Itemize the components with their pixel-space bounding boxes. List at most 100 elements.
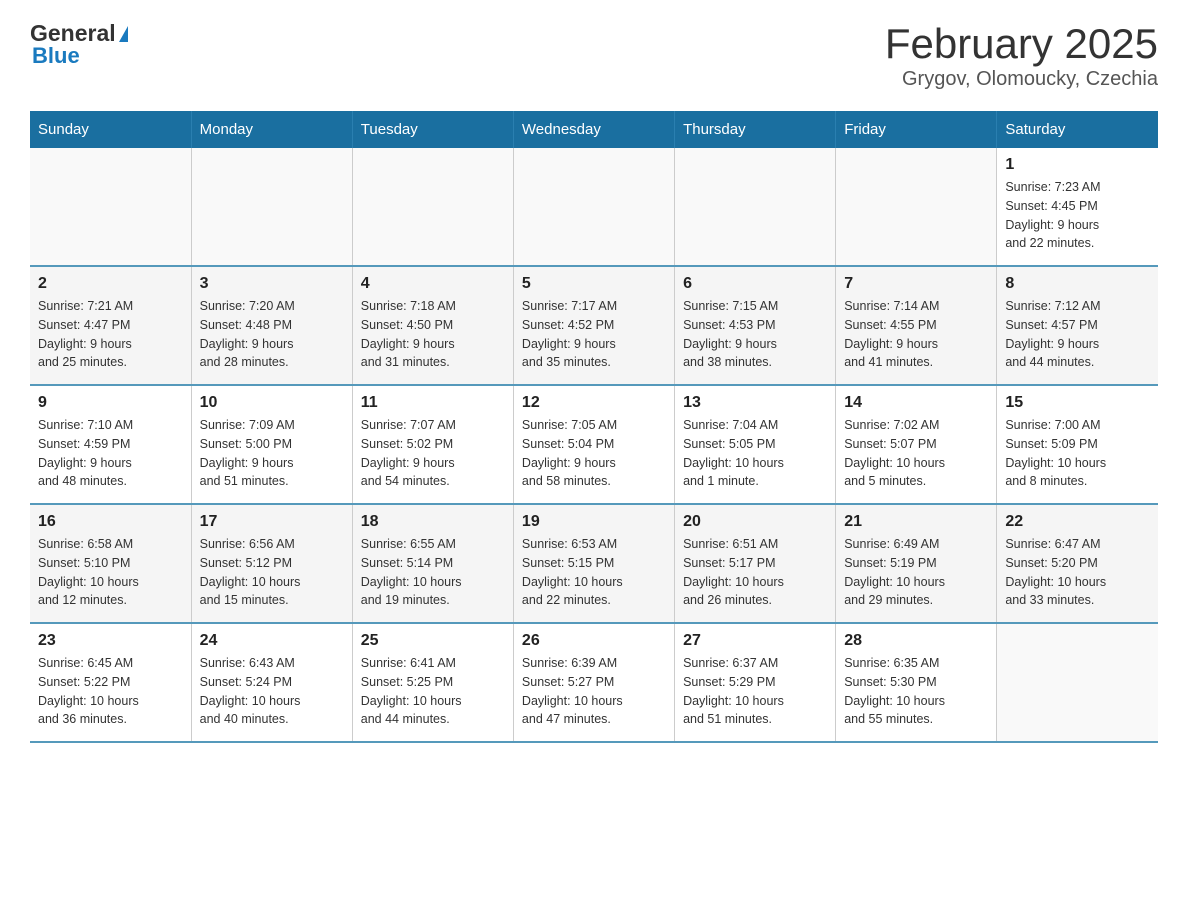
calendar-day-header: Monday: [191, 111, 352, 148]
day-number: 6: [683, 275, 827, 293]
calendar-cell: 28 Sunrise: 6:35 AM Sunset: 5:30 PM Dayli…: [836, 623, 997, 742]
calendar-cell: [836, 148, 997, 266]
calendar-cell: 11 Sunrise: 7:07 AM Sunset: 5:02 PM Dayli…: [352, 385, 513, 504]
day-info: Sunrise: 7:10 AM Sunset: 4:59 PM Dayligh…: [38, 416, 183, 491]
location-subtitle: Grygov, Olomoucky, Czechia: [885, 68, 1158, 91]
calendar-header-row: SundayMondayTuesdayWednesdayThursdayFrid…: [30, 111, 1158, 148]
day-number: 16: [38, 513, 183, 531]
day-number: 8: [1005, 275, 1150, 293]
day-info: Sunrise: 7:00 AM Sunset: 5:09 PM Dayligh…: [1005, 416, 1150, 491]
day-info: Sunrise: 7:21 AM Sunset: 4:47 PM Dayligh…: [38, 297, 183, 372]
day-number: 14: [844, 394, 988, 412]
calendar-week-row: 2 Sunrise: 7:21 AM Sunset: 4:47 PM Daylig…: [30, 266, 1158, 385]
calendar-cell: 26 Sunrise: 6:39 AM Sunset: 5:27 PM Dayli…: [513, 623, 674, 742]
day-number: 9: [38, 394, 183, 412]
day-info: Sunrise: 6:51 AM Sunset: 5:17 PM Dayligh…: [683, 535, 827, 610]
day-info: Sunrise: 7:02 AM Sunset: 5:07 PM Dayligh…: [844, 416, 988, 491]
calendar-cell: 17Sunrise: 6:56 AM Sunset: 5:12 PM Dayli…: [191, 504, 352, 623]
day-number: 12: [522, 394, 666, 412]
day-info: Sunrise: 6:41 AM Sunset: 5:25 PM Dayligh…: [361, 654, 505, 729]
calendar-cell: 3 Sunrise: 7:20 AM Sunset: 4:48 PM Daylig…: [191, 266, 352, 385]
day-number: 2: [38, 275, 183, 293]
calendar-cell: 15 Sunrise: 7:00 AM Sunset: 5:09 PM Dayli…: [997, 385, 1158, 504]
calendar-cell: [30, 148, 191, 266]
calendar-cell: 4 Sunrise: 7:18 AM Sunset: 4:50 PM Daylig…: [352, 266, 513, 385]
day-number: 18: [361, 513, 505, 531]
day-number: 21: [844, 513, 988, 531]
day-number: 7: [844, 275, 988, 293]
logo-triangle-icon: [119, 26, 128, 42]
day-info: Sunrise: 6:56 AM Sunset: 5:12 PM Dayligh…: [200, 535, 344, 610]
day-number: 10: [200, 394, 344, 412]
day-info: Sunrise: 6:37 AM Sunset: 5:29 PM Dayligh…: [683, 654, 827, 729]
title-block: February 2025 Grygov, Olomoucky, Czechia: [885, 20, 1158, 91]
calendar-body: 1 Sunrise: 7:23 AM Sunset: 4:45 PM Daylig…: [30, 148, 1158, 742]
day-number: 13: [683, 394, 827, 412]
calendar-cell: 23Sunrise: 6:45 AM Sunset: 5:22 PM Dayli…: [30, 623, 191, 742]
calendar-week-row: 16 Sunrise: 6:58 AM Sunset: 5:10 PM Dayli…: [30, 504, 1158, 623]
calendar-day-header: Friday: [836, 111, 997, 148]
logo-blue: Blue: [30, 43, 80, 69]
calendar-day-header: Saturday: [997, 111, 1158, 148]
day-number: 27: [683, 632, 827, 650]
calendar-week-row: 23Sunrise: 6:45 AM Sunset: 5:22 PM Dayli…: [30, 623, 1158, 742]
day-info: Sunrise: 7:20 AM Sunset: 4:48 PM Dayligh…: [200, 297, 344, 372]
day-number: 25: [361, 632, 505, 650]
day-info: Sunrise: 7:17 AM Sunset: 4:52 PM Dayligh…: [522, 297, 666, 372]
calendar-cell: 22 Sunrise: 6:47 AM Sunset: 5:20 PM Dayli…: [997, 504, 1158, 623]
calendar-cell: 12 Sunrise: 7:05 AM Sunset: 5:04 PM Dayli…: [513, 385, 674, 504]
calendar-cell: 8Sunrise: 7:12 AM Sunset: 4:57 PM Daylig…: [997, 266, 1158, 385]
calendar-cell: 20 Sunrise: 6:51 AM Sunset: 5:17 PM Dayli…: [675, 504, 836, 623]
calendar-cell: [997, 623, 1158, 742]
calendar-cell: 21Sunrise: 6:49 AM Sunset: 5:19 PM Dayli…: [836, 504, 997, 623]
day-info: Sunrise: 6:53 AM Sunset: 5:15 PM Dayligh…: [522, 535, 666, 610]
day-info: Sunrise: 7:23 AM Sunset: 4:45 PM Dayligh…: [1005, 178, 1150, 253]
day-number: 1: [1005, 156, 1150, 174]
day-info: Sunrise: 7:15 AM Sunset: 4:53 PM Dayligh…: [683, 297, 827, 372]
calendar-cell: 9 Sunrise: 7:10 AM Sunset: 4:59 PM Daylig…: [30, 385, 191, 504]
calendar-cell: 1 Sunrise: 7:23 AM Sunset: 4:45 PM Daylig…: [997, 148, 1158, 266]
page-header: General Blue February 2025 Grygov, Olomo…: [30, 20, 1158, 91]
calendar-cell: 10 Sunrise: 7:09 AM Sunset: 5:00 PM Dayli…: [191, 385, 352, 504]
day-number: 3: [200, 275, 344, 293]
day-number: 20: [683, 513, 827, 531]
calendar-cell: 25 Sunrise: 6:41 AM Sunset: 5:25 PM Dayli…: [352, 623, 513, 742]
day-info: Sunrise: 6:47 AM Sunset: 5:20 PM Dayligh…: [1005, 535, 1150, 610]
day-info: Sunrise: 7:09 AM Sunset: 5:00 PM Dayligh…: [200, 416, 344, 491]
calendar-cell: [513, 148, 674, 266]
day-info: Sunrise: 6:58 AM Sunset: 5:10 PM Dayligh…: [38, 535, 183, 610]
day-info: Sunrise: 7:05 AM Sunset: 5:04 PM Dayligh…: [522, 416, 666, 491]
calendar-cell: 5 Sunrise: 7:17 AM Sunset: 4:52 PM Daylig…: [513, 266, 674, 385]
day-info: Sunrise: 6:39 AM Sunset: 5:27 PM Dayligh…: [522, 654, 666, 729]
calendar-cell: 7 Sunrise: 7:14 AM Sunset: 4:55 PM Daylig…: [836, 266, 997, 385]
day-number: 4: [361, 275, 505, 293]
day-number: 24: [200, 632, 344, 650]
calendar-cell: 13 Sunrise: 7:04 AM Sunset: 5:05 PM Dayli…: [675, 385, 836, 504]
calendar-cell: 6 Sunrise: 7:15 AM Sunset: 4:53 PM Daylig…: [675, 266, 836, 385]
day-number: 28: [844, 632, 988, 650]
day-number: 15: [1005, 394, 1150, 412]
calendar-cell: 14 Sunrise: 7:02 AM Sunset: 5:07 PM Dayli…: [836, 385, 997, 504]
calendar-cell: [352, 148, 513, 266]
day-number: 19: [522, 513, 666, 531]
calendar-week-row: 9 Sunrise: 7:10 AM Sunset: 4:59 PM Daylig…: [30, 385, 1158, 504]
calendar-cell: 2 Sunrise: 7:21 AM Sunset: 4:47 PM Daylig…: [30, 266, 191, 385]
day-number: 23: [38, 632, 183, 650]
calendar-cell: 19 Sunrise: 6:53 AM Sunset: 5:15 PM Dayli…: [513, 504, 674, 623]
day-info: Sunrise: 7:14 AM Sunset: 4:55 PM Dayligh…: [844, 297, 988, 372]
day-info: Sunrise: 7:18 AM Sunset: 4:50 PM Dayligh…: [361, 297, 505, 372]
calendar-cell: 16 Sunrise: 6:58 AM Sunset: 5:10 PM Dayli…: [30, 504, 191, 623]
day-number: 22: [1005, 513, 1150, 531]
day-info: Sunrise: 6:35 AM Sunset: 5:30 PM Dayligh…: [844, 654, 988, 729]
calendar-day-header: Sunday: [30, 111, 191, 148]
day-number: 26: [522, 632, 666, 650]
day-info: Sunrise: 7:07 AM Sunset: 5:02 PM Dayligh…: [361, 416, 505, 491]
calendar-cell: 24 Sunrise: 6:43 AM Sunset: 5:24 PM Dayli…: [191, 623, 352, 742]
calendar-day-header: Tuesday: [352, 111, 513, 148]
day-number: 11: [361, 394, 505, 412]
calendar-cell: 18Sunrise: 6:55 AM Sunset: 5:14 PM Dayli…: [352, 504, 513, 623]
day-info: Sunrise: 7:04 AM Sunset: 5:05 PM Dayligh…: [683, 416, 827, 491]
day-info: Sunrise: 6:43 AM Sunset: 5:24 PM Dayligh…: [200, 654, 344, 729]
day-number: 5: [522, 275, 666, 293]
calendar-day-header: Wednesday: [513, 111, 674, 148]
